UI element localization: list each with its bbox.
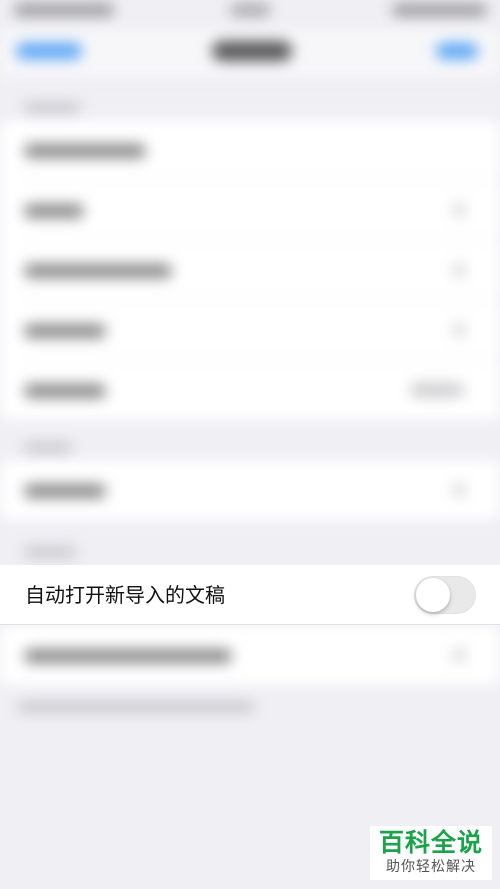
chevron-right-icon <box>452 648 466 662</box>
status-time <box>14 4 114 16</box>
watermark-subtitle: 助你轻松解决 <box>386 859 476 875</box>
auto-open-toggle[interactable] <box>414 576 476 614</box>
chevron-right-icon <box>452 323 466 337</box>
section-header <box>24 104 80 112</box>
section-header <box>24 548 76 556</box>
settings-row[interactable] <box>0 300 500 360</box>
done-button[interactable] <box>436 43 478 59</box>
settings-row[interactable] <box>0 120 500 180</box>
navigation-bar <box>0 28 500 78</box>
settings-row[interactable] <box>0 625 500 685</box>
settings-row[interactable] <box>0 180 500 240</box>
auto-open-imported-documents-row: 自动打开新导入的文稿 <box>0 565 500 625</box>
settings-row[interactable] <box>0 460 500 520</box>
settings-group-1 <box>0 120 500 420</box>
section-footer-note <box>18 703 254 711</box>
status-bar <box>0 0 500 28</box>
section-header <box>24 444 72 452</box>
settings-group-2 <box>0 460 500 520</box>
settings-group-3 <box>0 625 500 685</box>
back-button[interactable] <box>16 43 82 59</box>
watermark-title: 百科全说 <box>378 828 483 857</box>
settings-row[interactable] <box>0 240 500 300</box>
status-battery <box>392 4 487 16</box>
chevron-right-icon <box>452 203 466 217</box>
chevron-right-icon <box>452 263 466 277</box>
chevron-right-icon <box>452 383 466 397</box>
auto-open-label: 自动打开新导入的文稿 <box>25 583 225 607</box>
page-title <box>212 41 292 61</box>
toggle-knob <box>416 578 450 612</box>
row-value <box>410 383 458 397</box>
status-carrier <box>230 4 270 16</box>
chevron-right-icon <box>452 483 466 497</box>
baike-quanshuo-watermark: 百科全说 助你轻松解决 <box>370 826 492 880</box>
blurred-settings-background <box>0 0 500 889</box>
settings-row[interactable] <box>0 360 500 420</box>
